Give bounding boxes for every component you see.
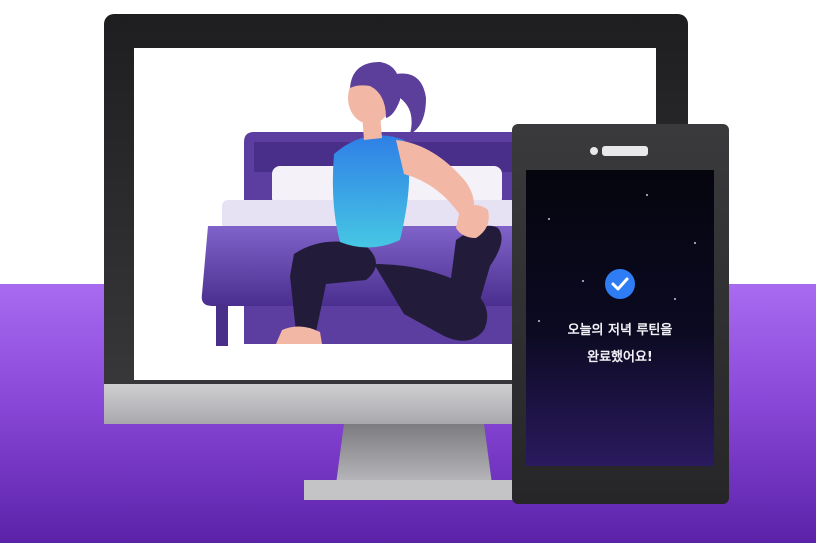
monitor-base — [304, 480, 524, 500]
completion-message-line1: 오늘의 저녁 루틴을 — [567, 323, 673, 338]
star — [646, 194, 648, 196]
phone-screen: 오늘의 저녁 루틴을 완료했어요! — [526, 170, 714, 466]
star — [674, 298, 676, 300]
check-circle-icon — [605, 269, 635, 299]
speaker-grille — [602, 146, 648, 156]
woman-shirt — [332, 135, 410, 248]
star — [582, 280, 584, 282]
completion-message-line2: 완료했어요! — [587, 350, 653, 365]
star — [548, 218, 550, 220]
smartphone: 오늘의 저녁 루틴을 완료했어요! — [512, 124, 729, 504]
star — [694, 242, 696, 244]
monitor-stand — [336, 424, 492, 484]
completion-message: 오늘의 저녁 루틴을 완료했어요! — [526, 317, 714, 371]
camera-icon — [590, 147, 598, 155]
